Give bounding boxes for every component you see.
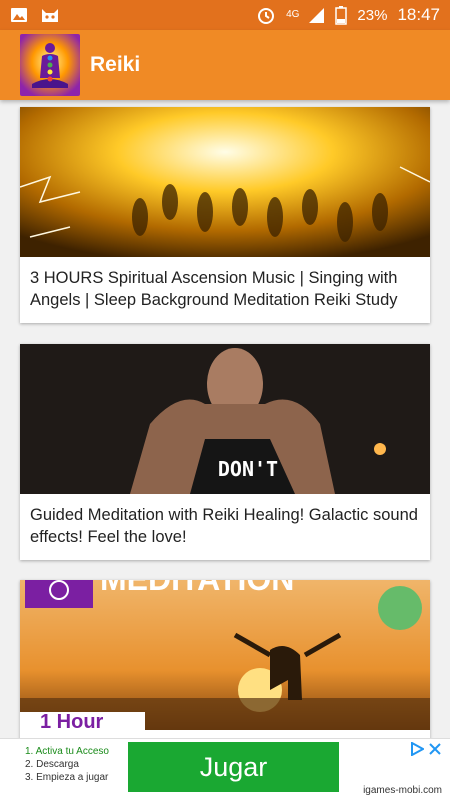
video-card[interactable]: MEDITATION 1 Hour — [20, 580, 430, 738]
app-logo — [20, 34, 80, 96]
video-card[interactable]: 3 HOURS Spiritual Ascension Music | Sing… — [20, 107, 430, 323]
cat-icon — [42, 9, 58, 22]
ad-domain: igames-mobi.com — [363, 785, 442, 796]
ad-steps: 1. Activa tu Acceso 2. Descarga 3. Empie… — [25, 745, 109, 784]
video-thumbnail[interactable] — [20, 107, 430, 257]
shirt-text: DON'T — [218, 457, 278, 481]
ad-step: 2. Descarga — [25, 759, 79, 770]
ad-choices[interactable] — [410, 742, 442, 756]
video-title[interactable] — [20, 730, 430, 738]
close-icon[interactable] — [428, 742, 442, 756]
alarm-icon — [258, 8, 275, 24]
battery-percent: 23% — [357, 6, 388, 24]
gallery-icon — [11, 8, 27, 22]
video-title[interactable]: Guided Meditation with Reiki Healing! Ga… — [20, 494, 430, 560]
clock: 18:47 — [397, 5, 440, 24]
ad-choices-icon[interactable] — [410, 742, 424, 756]
status-bar: 4G 23% 18:47 — [0, 0, 450, 30]
signal-icon — [309, 8, 325, 23]
ad-banner[interactable]: 1. Activa tu Acceso 2. Descarga 3. Empie… — [0, 738, 450, 800]
video-thumbnail[interactable]: DON'T — [20, 344, 430, 494]
battery-icon — [335, 6, 348, 25]
app-bar: Reiki — [0, 30, 450, 100]
banner-text: MEDITATION — [100, 580, 294, 597]
ad-play-button[interactable]: Jugar — [128, 742, 339, 792]
ad-step: 3. Empieza a jugar — [25, 772, 109, 783]
network-type: 4G — [286, 9, 300, 20]
video-card[interactable]: DON'T Guided Meditation with Reiki Heali… — [20, 344, 430, 560]
video-thumbnail[interactable]: MEDITATION 1 Hour — [20, 580, 430, 730]
app-title: Reiki — [90, 53, 141, 76]
video-title[interactable]: 3 HOURS Spiritual Ascension Music | Sing… — [20, 257, 430, 323]
ad-step: 1. Activa tu Acceso — [25, 746, 109, 757]
video-feed[interactable]: 3 HOURS Spiritual Ascension Music | Sing… — [0, 100, 450, 738]
duration-badge: 1 Hour — [40, 711, 104, 730]
